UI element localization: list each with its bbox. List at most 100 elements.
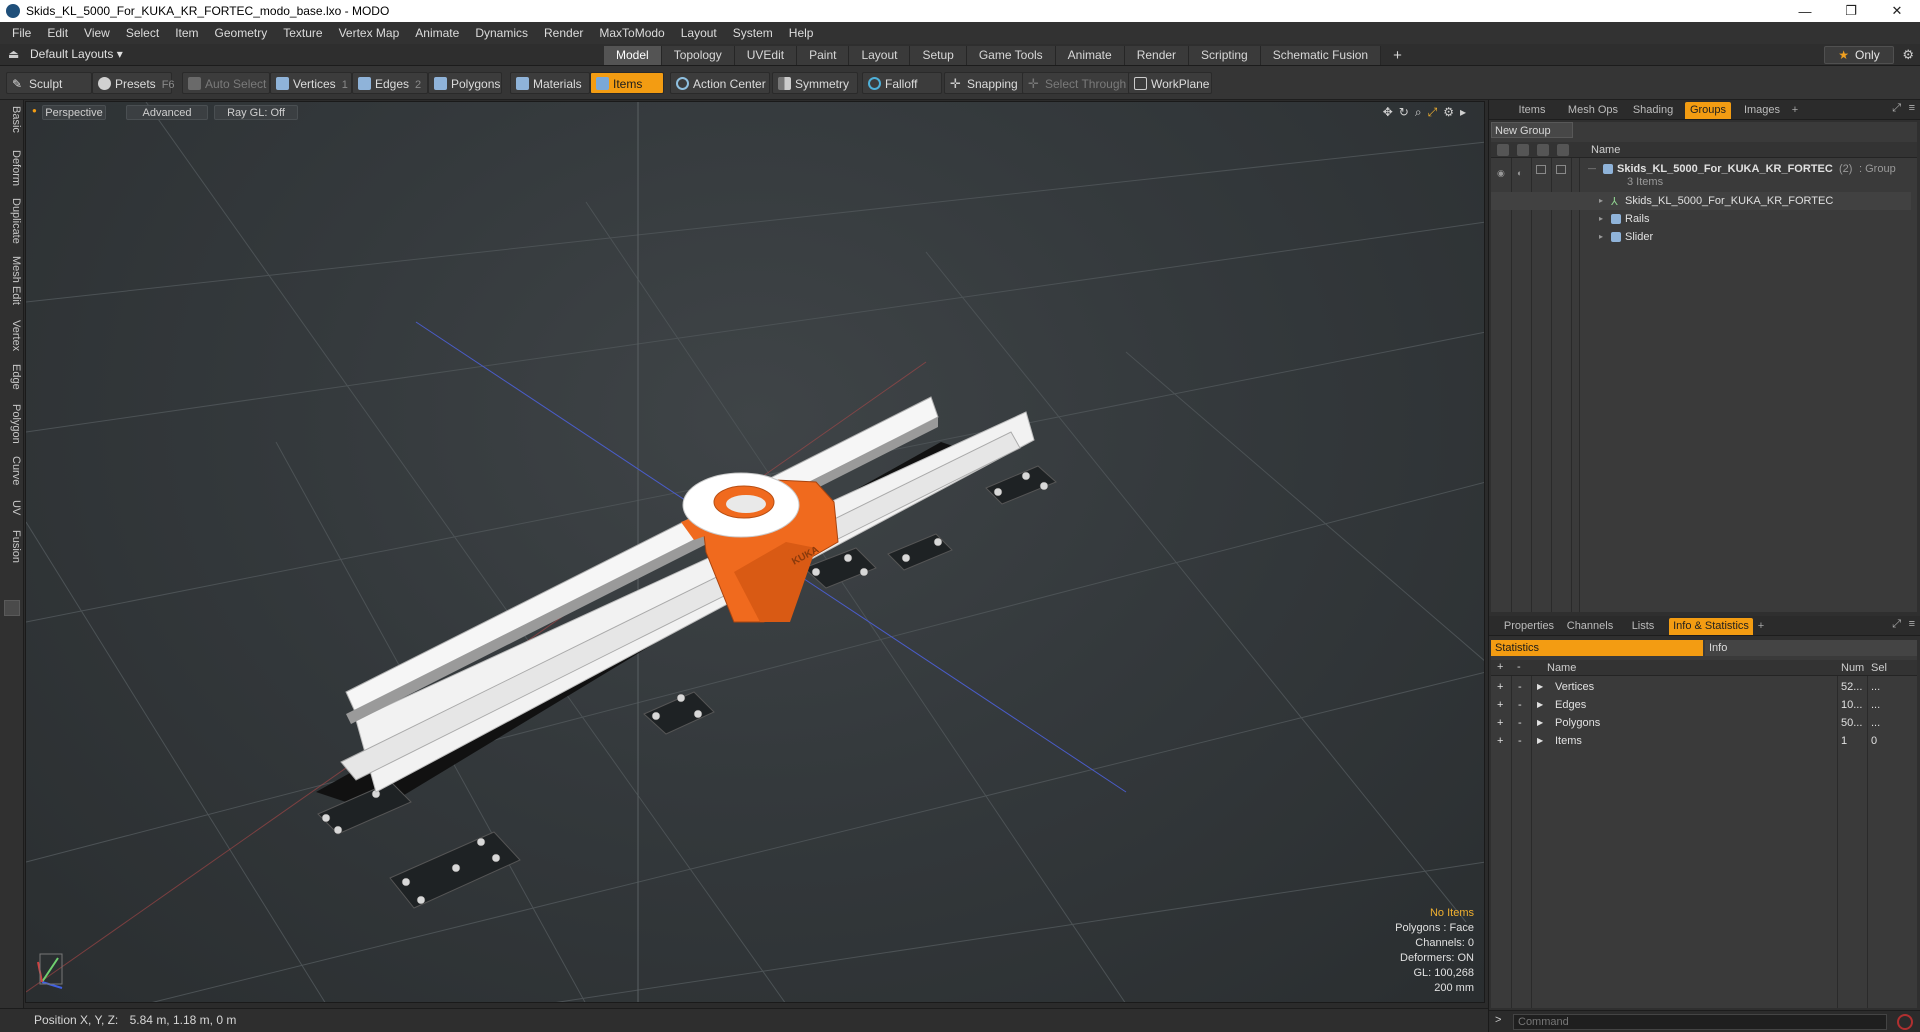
expand-panel-icon[interactable]: ⤢ [1892,618,1901,631]
close-button[interactable]: ✕ [1874,0,1920,22]
expand-icon[interactable]: ▸ [1599,210,1603,228]
auto-select-button[interactable]: Auto Select [182,72,270,94]
add-icon[interactable]: + [1497,696,1503,714]
move-view-icon[interactable]: ✥ [1383,105,1393,120]
tab-animate[interactable]: Animate [1055,46,1125,65]
vtab-mesh-edit[interactable]: Mesh Edit [2,256,22,305]
menu-render[interactable]: Render [536,22,591,44]
menu-view[interactable]: View [76,22,118,44]
expand-icon[interactable]: ▶ [1537,714,1543,732]
tab-lists[interactable]: Lists [1623,618,1663,635]
tab-render[interactable]: Render [1124,46,1190,65]
action-center-button[interactable]: Action Center [670,72,770,94]
vertices-button[interactable]: Vertices 1 [270,72,352,94]
edges-button[interactable]: Edges 2 [352,72,428,94]
table-row[interactable]: + - ▶ Items 1 0 [1491,732,1917,750]
workplane-button[interactable]: WorkPlane [1128,72,1212,94]
tab-images[interactable]: Images [1737,102,1787,119]
scene-canvas[interactable]: KUKA [26,102,1485,1003]
expand-icon[interactable]: ▸ [1599,228,1603,246]
materials-button[interactable]: Materials [510,72,590,94]
perspective-dropdown[interactable]: Perspective [42,105,106,120]
tab-game-tools[interactable]: Game Tools [966,46,1056,65]
falloff-button[interactable]: Falloff [862,72,942,94]
add-icon[interactable]: + [1497,732,1503,750]
add-icon[interactable]: + [1497,678,1503,696]
tab-groups[interactable]: Groups [1685,102,1731,119]
menu-layout[interactable]: Layout [673,22,725,44]
vtab-curve[interactable]: Curve [2,456,22,485]
vtab-edge[interactable]: Edge [2,364,22,390]
list-item[interactable]: ▸ Rails [1491,210,1911,228]
menu-system[interactable]: System [725,22,781,44]
menu-animate[interactable]: Animate [407,22,467,44]
3d-viewport[interactable]: KUKA ● Perspective Advanced Ray GL: Off … [25,101,1485,1003]
presets-button[interactable]: Presets F6 [92,72,175,94]
table-row[interactable]: + - ▶ Edges 10... ... [1491,696,1917,714]
add-tab-button[interactable]: + [1381,46,1414,65]
sculpt-button[interactable]: ✎ Sculpt [6,72,92,94]
expand-icon[interactable]: ▶ [1537,696,1543,714]
tab-schematic-fusion[interactable]: Schematic Fusion [1260,46,1382,65]
viewport-menu-icon[interactable]: ● [32,106,37,115]
only-button[interactable]: ★ Only [1824,46,1894,64]
maximize-button[interactable]: ❐ [1828,0,1874,22]
menu-texture[interactable]: Texture [275,22,330,44]
panel-menu-icon[interactable]: ≡ [1909,102,1915,114]
tab-setup[interactable]: Setup [910,46,967,65]
raygl-dropdown[interactable]: Ray GL: Off [214,105,298,120]
menu-vertex-map[interactable]: Vertex Map [331,22,408,44]
zoom-view-icon[interactable]: ⌕ [1415,105,1422,120]
command-input[interactable] [1513,1014,1887,1030]
skid-model[interactable]: KUKA [316,396,1057,909]
table-row[interactable]: + - ▶ Polygons 50... ... [1491,714,1917,732]
menu-dynamics[interactable]: Dynamics [467,22,536,44]
remove-icon[interactable]: - [1518,696,1522,714]
subtab-info[interactable]: Info [1705,640,1917,656]
menu-geometry[interactable]: Geometry [207,22,276,44]
tab-scripting[interactable]: Scripting [1189,46,1261,65]
menu-edit[interactable]: Edit [39,22,76,44]
vtab-vertex[interactable]: Vertex [2,320,22,351]
expand-icon[interactable]: ▸ [1599,192,1603,210]
fit-view-icon[interactable]: ⤢ [1428,105,1438,120]
list-item[interactable]: ▸ ⅄ Skids_KL_5000_For_KUKA_KR_FORTEC [1491,192,1911,210]
menu-item[interactable]: Item [167,22,206,44]
vtab-uv[interactable]: UV [2,500,22,515]
default-layouts-dropdown[interactable]: Default Layouts ▾ [30,47,123,61]
record-macro-icon[interactable] [1897,1014,1913,1030]
polygons-button[interactable]: Polygons [428,72,502,94]
vtab-polygon[interactable]: Polygon [2,404,22,444]
subtab-statistics[interactable]: Statistics [1491,640,1703,656]
remove-icon[interactable]: - [1518,714,1522,732]
viewport-more-icon[interactable]: ▸ [1460,105,1466,120]
panel-menu-icon[interactable]: ≡ [1909,618,1915,630]
gear-icon[interactable]: ⚙ [1902,47,1914,63]
select-through-button[interactable]: ✛ Select Through [1022,72,1130,94]
add-icon[interactable]: + [1497,714,1503,732]
table-row[interactable]: + - ▶ Vertices 52... ... [1491,678,1917,696]
menu-file[interactable]: File [4,22,39,44]
tab-items[interactable]: Items [1507,102,1557,119]
add-panel-tab-icon[interactable]: + [1755,618,1767,635]
minimize-button[interactable]: — [1782,0,1828,22]
menu-select[interactable]: Select [118,22,167,44]
tab-info-statistics[interactable]: Info & Statistics [1669,618,1753,635]
expand-tabs-button[interactable] [4,600,20,616]
menu-help[interactable]: Help [781,22,822,44]
expand-panel-icon[interactable]: ⤢ [1892,102,1901,115]
tab-channels[interactable]: Channels [1563,618,1617,635]
shading-dropdown[interactable]: Advanced [126,105,208,120]
tab-topology[interactable]: Topology [661,46,735,65]
vtab-deform[interactable]: Deform [2,150,22,186]
tab-uvedit[interactable]: UVEdit [734,46,798,65]
symmetry-button[interactable]: Symmetry [772,72,858,94]
menu-maxtomodo[interactable]: MaxToModo [591,22,672,44]
remove-icon[interactable]: - [1518,678,1522,696]
tab-paint[interactable]: Paint [797,46,850,65]
new-group-button[interactable]: New Group [1491,122,1573,138]
viewport-settings-icon[interactable]: ⚙ [1443,105,1454,120]
snapping-button[interactable]: ✛ Snapping [944,72,1026,94]
tab-shading[interactable]: Shading [1627,102,1679,119]
expand-icon[interactable]: ▶ [1537,678,1543,696]
